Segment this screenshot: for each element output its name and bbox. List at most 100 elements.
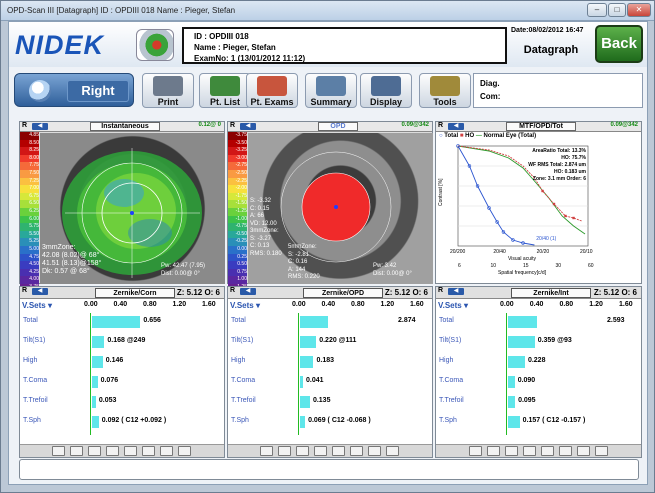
- eye-tag: R: [22, 122, 28, 129]
- zernike-pyramid-icon[interactable]: [260, 446, 273, 456]
- term-select-icon[interactable]: [314, 446, 327, 456]
- zernike-row[interactable]: T.Sph 0.157 ( C12 -0.157 ): [436, 413, 641, 431]
- term-select-icon[interactable]: [88, 446, 101, 456]
- print-button[interactable]: Print: [142, 73, 194, 108]
- back-button[interactable]: Back: [595, 25, 643, 63]
- term-select-icon[interactable]: [142, 446, 155, 456]
- zernike-button-bar: [436, 444, 641, 457]
- scale-step: -2.25: [228, 177, 247, 186]
- prev-map-button[interactable]: ◀: [448, 123, 464, 130]
- zernike-row[interactable]: High 0.183: [228, 353, 432, 371]
- zernike-row[interactable]: T.Sph 0.092 ( C12 +0.092 ): [20, 413, 224, 431]
- toolbar: Right Print Pt. List Pt. Exams Summary Displ…: [9, 70, 647, 112]
- zernike-pyramid-icon[interactable]: [52, 446, 65, 456]
- tools-button[interactable]: Tools: [419, 73, 471, 108]
- window-title: OPD-Scan III [Datagraph] ID : OPDIII 018…: [7, 6, 236, 15]
- term-select-icon[interactable]: [558, 446, 572, 456]
- zernike-term: Total: [439, 317, 454, 324]
- zernike-row[interactable]: T.Trefoil 0.095: [436, 393, 641, 411]
- zernike-row[interactable]: High 0.146: [20, 353, 224, 371]
- prev-zernike-button[interactable]: ◀: [32, 288, 48, 295]
- prev-map-button[interactable]: ◀: [240, 123, 256, 130]
- zernike-row[interactable]: T.Sph 0.069 ( C12 -0.068 ): [228, 413, 432, 431]
- axis-tick: 1.20: [172, 301, 187, 308]
- term-select-icon[interactable]: [106, 446, 119, 456]
- minimize-button[interactable]: –: [587, 3, 607, 17]
- term-select-icon[interactable]: [522, 446, 536, 456]
- zernike-grid-icon[interactable]: [160, 446, 173, 456]
- zernike-row[interactable]: Tilt(S1) 0.168 @249: [20, 333, 224, 351]
- map-title[interactable]: OPD: [318, 122, 358, 131]
- shape-toggle-icon[interactable]: [386, 446, 399, 456]
- eye-select-button[interactable]: Right: [14, 73, 134, 107]
- mtf-annotation: 20/40 (1): [536, 236, 556, 242]
- toolbar-button-label: Pt. List: [209, 97, 240, 107]
- display-button[interactable]: Display: [360, 73, 412, 108]
- zernike-row[interactable]: T.Coma 0.090: [436, 373, 641, 391]
- diagnosis-box[interactable]: Diag. Com:: [473, 73, 643, 108]
- term-select-icon[interactable]: [504, 446, 518, 456]
- zernike-map-icon[interactable]: [486, 446, 500, 456]
- zernike-row[interactable]: Total 2.874: [228, 313, 432, 331]
- term-select-icon[interactable]: [124, 446, 137, 456]
- vsets-dropdown[interactable]: V.Sets ▾: [22, 301, 52, 310]
- zernike-term: T.Sph: [231, 417, 249, 424]
- zernike-term: T.Sph: [439, 417, 457, 424]
- zernike-internal-panel[interactable]: R ◀ Zernike/Int Z: 5.12 O: 6 V.Sets ▾ 0.…: [435, 286, 642, 458]
- map-zone5-stats: 5mmZone: S: -2.81 C: 0.16 A: 144 RMS: 0.220: [288, 244, 320, 282]
- comment-label: Com:: [480, 92, 501, 101]
- term-select-icon[interactable]: [350, 446, 363, 456]
- mtf-title[interactable]: MTF/OPD/Tot: [506, 122, 576, 131]
- zernike-map-icon[interactable]: [278, 446, 291, 456]
- shape-toggle-icon[interactable]: [594, 446, 608, 456]
- instantaneous-map-panel[interactable]: R ◀ Instantaneous 0.12@ 0 4.85 8.50 8.25 8.…: [19, 121, 225, 330]
- mtf-panel[interactable]: R ◀ MTF/OPD/Tot 0.09@342 ○ Total ■ HO — …: [435, 121, 642, 284]
- eye-tag: R: [230, 122, 236, 129]
- zernike-row[interactable]: T.Coma 0.076: [20, 373, 224, 391]
- term-select-icon[interactable]: [296, 446, 309, 456]
- summary-button[interactable]: Summary: [305, 73, 357, 108]
- zernike-row[interactable]: Tilt(S1) 0.220 @111: [228, 333, 432, 351]
- vsets-dropdown[interactable]: V.Sets ▾: [438, 301, 468, 310]
- map-title[interactable]: Instantaneous: [90, 122, 160, 131]
- zernike-bar: [508, 356, 525, 368]
- axis-tick: 1.60: [202, 301, 216, 308]
- term-select-icon[interactable]: [332, 446, 345, 456]
- shape-toggle-icon[interactable]: [178, 446, 191, 456]
- zernike-row[interactable]: T.Coma 0.041: [228, 373, 432, 391]
- zernike-row[interactable]: High 0.228: [436, 353, 641, 371]
- stat-line: RMS: 0.180: [250, 250, 282, 257]
- term-select-icon[interactable]: [540, 446, 554, 456]
- zernike-map-icon[interactable]: [70, 446, 83, 456]
- zernike-term: T.Trefoil: [231, 397, 256, 404]
- zernike-row[interactable]: Total 0.656: [20, 313, 224, 331]
- pt-exams-button[interactable]: Pt. Exams: [246, 73, 298, 108]
- zernike-title[interactable]: Zernike/Int: [511, 288, 591, 298]
- stat-line: VD: 12.00: [250, 220, 277, 227]
- prev-zernike-button[interactable]: ◀: [448, 288, 464, 295]
- zernike-row[interactable]: T.Trefoil 0.053: [20, 393, 224, 411]
- zernike-row[interactable]: T.Trefoil 0.135: [228, 393, 432, 411]
- zernike-opd-panel[interactable]: R ◀ Zernike/OPD Z: 5.12 O: 6 V.Sets ▾ 0.…: [227, 286, 433, 458]
- zernike-title[interactable]: Zernike/OPD: [303, 288, 383, 298]
- zernike-row[interactable]: Total 2.593: [436, 313, 641, 331]
- close-button[interactable]: ✕: [627, 3, 651, 17]
- axis-tick: 0.80: [351, 301, 365, 308]
- zernike-value: 0.053: [98, 397, 117, 404]
- opd-map-panel[interactable]: R ◀ OPD 0.09@342 -3.75 -3.50 -3.25 -3.00 -2.…: [227, 121, 433, 330]
- zernike-title[interactable]: Zernike/Corn: [95, 288, 175, 298]
- zernike-grid-icon[interactable]: [368, 446, 381, 456]
- prev-zernike-button[interactable]: ◀: [240, 288, 256, 295]
- xtick-top: 20/40: [493, 249, 506, 255]
- zernike-grid-icon[interactable]: [576, 446, 590, 456]
- prev-map-button[interactable]: ◀: [32, 123, 48, 130]
- scale-step: -1.50: [228, 200, 247, 208]
- zernike-row[interactable]: Tilt(S1) 0.359 @93: [436, 333, 641, 351]
- stat-line: Dk: 0.57 @ 68°: [42, 268, 90, 275]
- pt-list-button[interactable]: Pt. List: [199, 73, 251, 108]
- maximize-button[interactable]: □: [608, 3, 626, 17]
- date-label: Date:08/02/2012 16:47: [511, 27, 584, 34]
- vsets-dropdown[interactable]: V.Sets ▾: [230, 301, 260, 310]
- zernike-corneal-panel[interactable]: R ◀ Zernike/Corn Z: 5.12 O: 6 V.Sets ▾ 0…: [19, 286, 225, 458]
- zernike-pyramid-icon[interactable]: [468, 446, 482, 456]
